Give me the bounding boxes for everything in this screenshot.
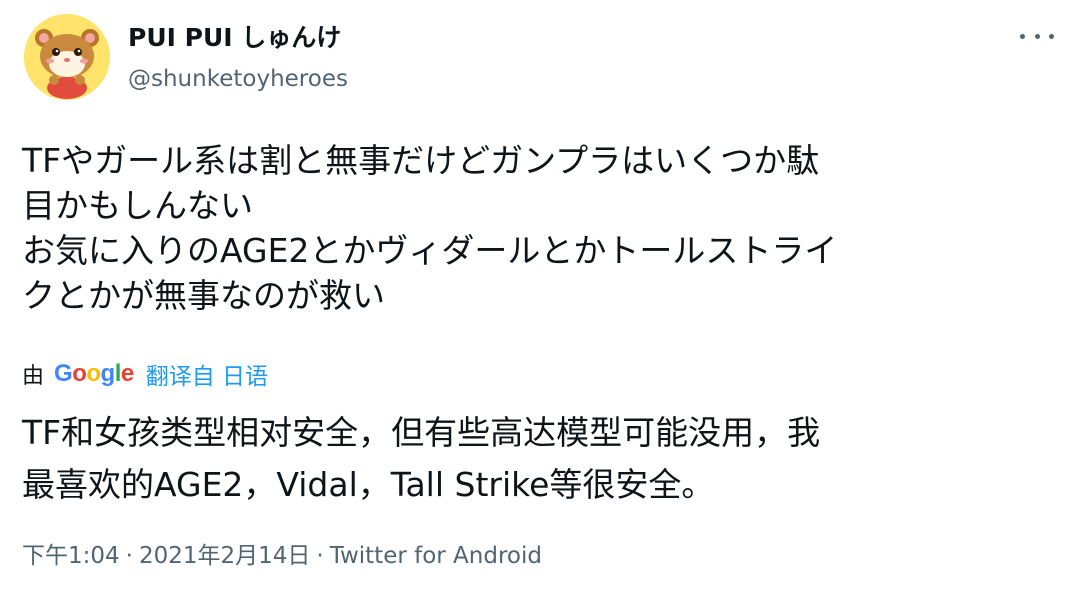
tweet-text-line: お気に入りのAGE2とかヴィダールとかトールストライ: [22, 231, 838, 270]
handle[interactable]: @shunketoyheroes: [128, 63, 348, 95]
translation-attribution: 由 Google 翻译自 日语: [22, 356, 268, 392]
meta-separator: ·: [316, 543, 324, 569]
tweet-text-line: 目かもしんない: [22, 186, 253, 225]
tweet-text: TFやガール系は割と無事だけどガンプラはいくつか駄 目かもしんない お気に入りの…: [22, 138, 1062, 318]
more-dots-icon: [1020, 33, 1025, 39]
tweet-text-line: クとかが無事なのが救い: [22, 276, 385, 315]
translated-from-link[interactable]: 翻译自 日语: [146, 357, 268, 391]
translated-text-line: 最喜欢的AGE2，Vidal，Tall Strike等很安全。: [22, 465, 715, 504]
google-logo-letter: e: [120, 360, 134, 387]
google-logo-letter: o: [72, 360, 87, 387]
author-block: PUI PUI しゅんけ @shunketoyheroes: [128, 22, 348, 95]
google-logo-letter: G: [54, 360, 73, 387]
google-logo-letter: o: [86, 360, 101, 387]
more-dots-icon: [1034, 33, 1040, 39]
more-options-button[interactable]: [1020, 26, 1054, 46]
translated-text: TF和女孩类型相对安全，但有些高达模型可能没用，我 最喜欢的AGE2，Vidal…: [22, 407, 1062, 511]
hamster-avatar-icon: [24, 14, 110, 100]
more-dots-icon: [1049, 33, 1054, 39]
google-logo-letter: g: [100, 360, 116, 387]
tweet-text-line: TFやガール系は割と無事だけどガンプラはいくつか駄: [22, 141, 820, 180]
display-name[interactable]: PUI PUI しゅんけ: [128, 22, 348, 54]
tweet-time[interactable]: 下午1:04: [22, 543, 120, 569]
google-logo: Google: [54, 360, 134, 388]
tweet-source[interactable]: Twitter for Android: [330, 543, 542, 569]
meta-separator: ·: [125, 543, 133, 569]
tweet-card: PUI PUI しゅんけ @shunketoyheroes TFやガール系は割と…: [0, 0, 1080, 592]
translated-text-line: TF和女孩类型相对安全，但有些高达模型可能没用，我: [22, 413, 821, 452]
avatar[interactable]: [24, 14, 110, 100]
tweet-meta: 下午1:04 · 2021年2月14日 · Twitter for Android: [22, 536, 542, 576]
tweet-date[interactable]: 2021年2月14日: [139, 543, 310, 569]
translated-by-label: 由: [22, 364, 45, 389]
